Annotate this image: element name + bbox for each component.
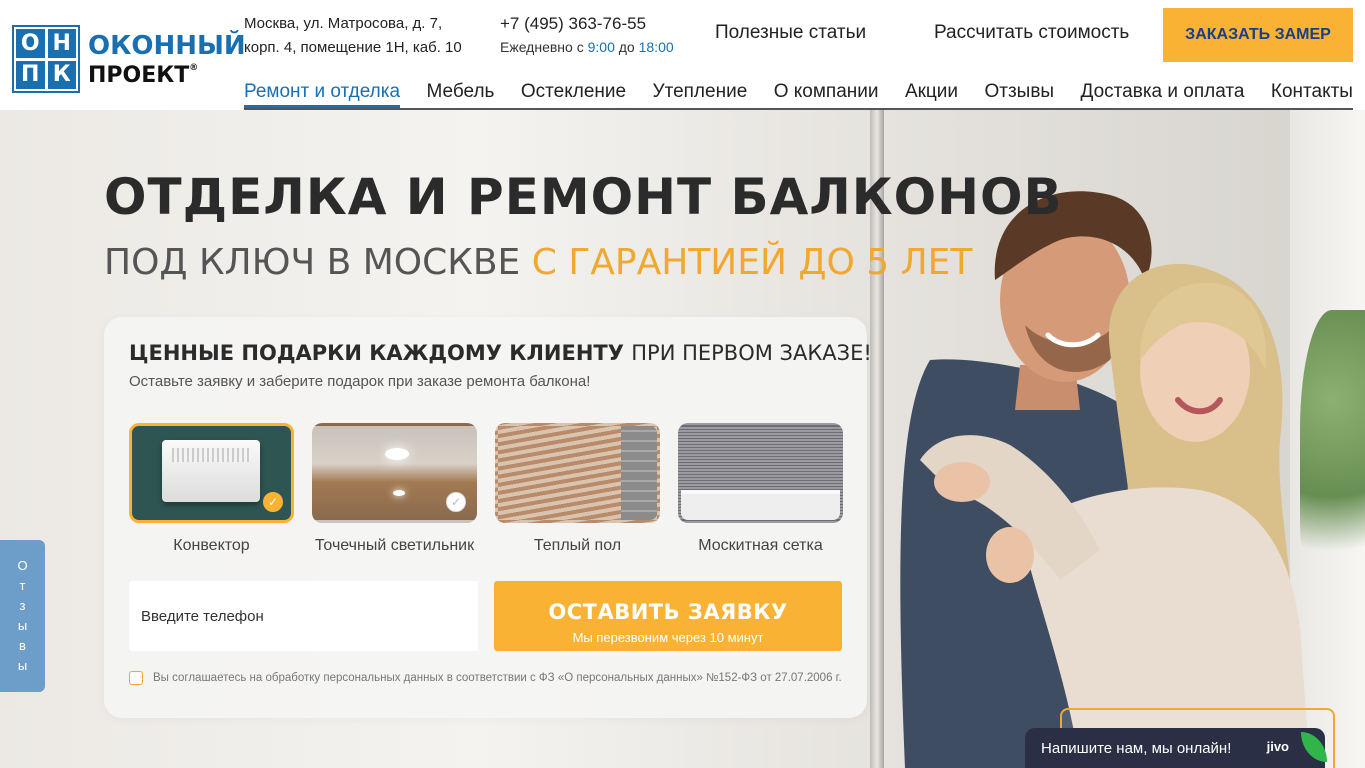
consent-row: Вы соглашаетесь на обработку персональны… bbox=[129, 671, 842, 685]
phone-link[interactable]: +7 (495) 363-76-55 bbox=[500, 12, 674, 36]
address-line1: Москва, ул. Матросова, д. 7, bbox=[244, 15, 443, 32]
gift-option-mosquito-net[interactable]: ✓ Москитная сетка bbox=[678, 423, 843, 555]
hero-subtitle-accent: С ГАРАНТИЕЙ ДО 5 ЛЕТ bbox=[531, 242, 973, 283]
tab-letter: ы bbox=[17, 658, 28, 673]
tab-letter: т bbox=[19, 578, 26, 593]
tab-letter: в bbox=[19, 638, 26, 653]
submit-main-label: ОСТАВИТЬ ЗАЯВКУ bbox=[548, 599, 788, 624]
tab-letter: О bbox=[17, 558, 28, 573]
hours-from: 9:00 bbox=[587, 39, 615, 55]
gift-option-warm-floor[interactable]: ✓ Теплый пол bbox=[495, 423, 660, 555]
form-title: ЦЕННЫЕ ПОДАРКИ КАЖДОМУ КЛИЕНТУ ПРИ ПЕРВО… bbox=[129, 341, 872, 365]
consent-checkbox[interactable] bbox=[129, 671, 143, 685]
logo-letter: О bbox=[16, 29, 45, 58]
nav-item-repair[interactable]: Ремонт и отделка bbox=[244, 78, 401, 108]
gift-options: ✓ Конвектор ✓ Точечный светильник ✓ Тепл… bbox=[129, 423, 843, 555]
hero-section: ОТДЕЛКА И РЕМОНТ БАЛКОНОВ ПОД КЛЮЧ В МОС… bbox=[0, 110, 1365, 768]
nav-item-about[interactable]: О компании bbox=[774, 78, 879, 108]
nav-item-glazing[interactable]: Остекление bbox=[521, 78, 626, 108]
chat-prompt: Напишите нам, мы онлайн! bbox=[1041, 739, 1232, 757]
check-icon: ✓ bbox=[263, 492, 283, 512]
calculate-cost-link[interactable]: Рассчитать стоимость bbox=[934, 22, 1129, 44]
main-nav: Ремонт и отделка Мебель Остекление Утепл… bbox=[244, 78, 1353, 110]
address-line2: корп. 4, помещение 1Н, каб. 10 bbox=[244, 39, 462, 56]
hero-subtitle-main: ПОД КЛЮЧ В МОСКВЕ bbox=[104, 242, 521, 283]
reviews-side-tab[interactable]: О т з ы в ы bbox=[0, 540, 45, 692]
logo-line1: ОКОННЫЙ bbox=[88, 30, 246, 61]
logo-mark: О Н П К bbox=[12, 25, 80, 93]
articles-link[interactable]: Полезные статьи bbox=[715, 22, 866, 44]
logo-wordmark: ОКОННЫЙ ПРОЕКТ® bbox=[88, 31, 246, 88]
site-header: О Н П К ОКОННЫЙ ПРОЕКТ® Москва, ул. Матр… bbox=[0, 0, 1365, 110]
nav-item-delivery[interactable]: Доставка и оплата bbox=[1081, 78, 1245, 108]
gift-option-spotlight[interactable]: ✓ Точечный светильник bbox=[312, 423, 477, 555]
spotlight-image: ✓ bbox=[312, 423, 477, 523]
gift-option-convector[interactable]: ✓ Конвектор bbox=[129, 423, 294, 555]
mosquito-net-image: ✓ bbox=[678, 423, 843, 523]
submit-request-button[interactable]: ОСТАВИТЬ ЗАЯВКУ Мы перезвоним через 10 м… bbox=[494, 581, 842, 651]
heater-graphic bbox=[162, 440, 260, 502]
nav-item-promo[interactable]: Акции bbox=[905, 78, 958, 108]
logo-line2: ПРОЕКТ® bbox=[88, 63, 246, 88]
lead-form-card: ЦЕННЫЕ ПОДАРКИ КАЖДОМУ КЛИЕНТУ ПРИ ПЕРВО… bbox=[104, 317, 872, 718]
hero-subtitle: ПОД КЛЮЧ В МОСКВЕ С ГАРАНТИЕЙ ДО 5 ЛЕТ bbox=[104, 242, 972, 283]
logo-line2-text: ПРОЕКТ bbox=[88, 62, 190, 88]
form-subtitle: Оставьте заявку и заберите подарок при з… bbox=[129, 373, 591, 390]
phone-input[interactable] bbox=[129, 581, 478, 651]
order-measure-button[interactable]: ЗАКАЗАТЬ ЗАМЕР bbox=[1163, 8, 1353, 62]
registered-mark: ® bbox=[189, 62, 199, 73]
tab-letter: з bbox=[19, 598, 26, 613]
chat-widget[interactable]: Напишите нам, мы онлайн! jivo bbox=[1025, 728, 1327, 768]
convector-image: ✓ bbox=[129, 423, 294, 523]
logo-letter: Н bbox=[47, 29, 76, 58]
gift-label: Точечный светильник bbox=[314, 537, 475, 554]
nav-item-reviews[interactable]: Отзывы bbox=[984, 78, 1054, 108]
submit-sub-label: Мы перезвоним через 10 минут bbox=[572, 629, 764, 645]
contact-block: +7 (495) 363-76-55 Ежедневно с 9:00 до 1… bbox=[500, 12, 674, 58]
gift-label: Конвектор bbox=[173, 537, 250, 554]
logo[interactable]: О Н П К ОКОННЫЙ ПРОЕКТ® bbox=[12, 25, 246, 93]
form-title-thin: ПРИ ПЕРВОМ ЗАКАЗЕ! bbox=[631, 341, 872, 365]
hours-mid: до bbox=[618, 39, 635, 55]
gift-label: Теплый пол bbox=[533, 537, 622, 554]
nav-item-furniture[interactable]: Мебель bbox=[426, 78, 494, 108]
form-title-bold: ЦЕННЫЕ ПОДАРКИ КАЖДОМУ КЛИЕНТУ bbox=[129, 341, 624, 365]
jivo-logo: jivo bbox=[1266, 739, 1289, 754]
address: Москва, ул. Матросова, д. 7, корп. 4, по… bbox=[244, 12, 462, 60]
nav-item-contacts[interactable]: Контакты bbox=[1271, 78, 1353, 108]
gift-label: Москитная сетка bbox=[698, 537, 823, 554]
hero-title: ОТДЕЛКА И РЕМОНТ БАЛКОНОВ bbox=[104, 168, 1063, 226]
hours-to: 18:00 bbox=[638, 39, 674, 55]
check-icon: ✓ bbox=[446, 492, 466, 512]
hours-prefix: Ежедневно с bbox=[500, 39, 584, 55]
logo-letter: П bbox=[16, 60, 45, 89]
jivo-leaf-icon bbox=[1301, 732, 1327, 762]
consent-text: Вы соглашаетесь на обработку персональны… bbox=[153, 672, 842, 684]
work-hours: Ежедневно с 9:00 до 18:00 bbox=[500, 36, 674, 58]
tab-letter: ы bbox=[17, 618, 28, 633]
check-icon: ✓ bbox=[812, 492, 832, 512]
check-icon: ✓ bbox=[629, 492, 649, 512]
warm-floor-image: ✓ bbox=[495, 423, 660, 523]
logo-letter: К bbox=[47, 60, 76, 89]
nav-item-insulation[interactable]: Утепление bbox=[653, 78, 748, 108]
